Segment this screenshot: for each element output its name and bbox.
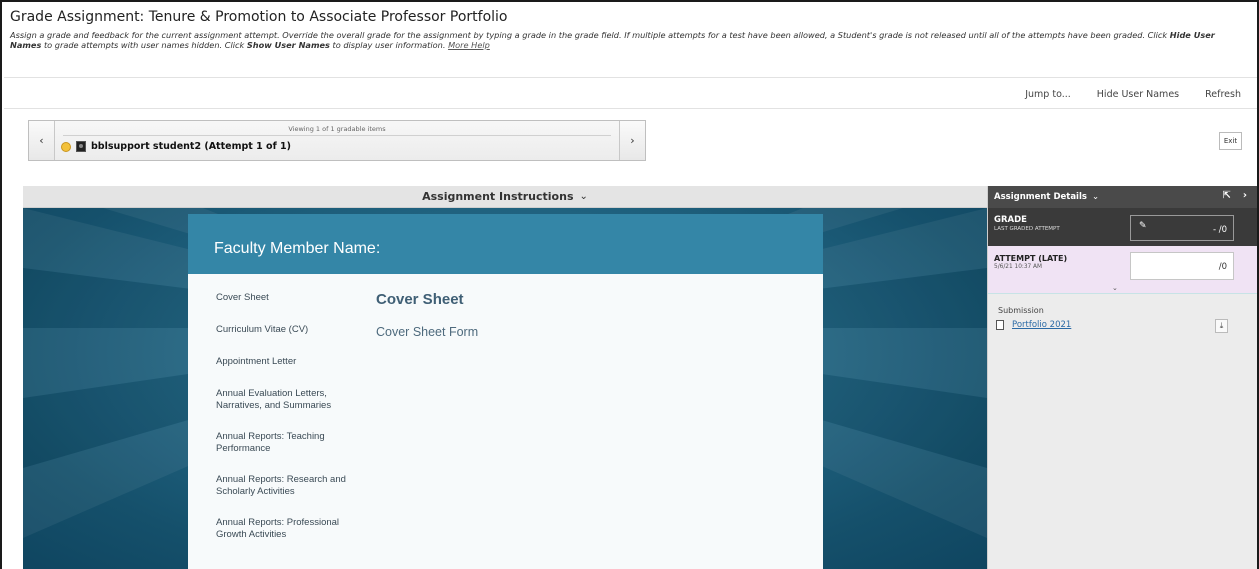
attempt-navigator: ‹ Viewing 1 of 1 gradable items bblsuppo… [28, 120, 646, 161]
page-header: Grade Assignment: Tenure & Promotion to … [10, 8, 1250, 50]
divider [4, 108, 1257, 109]
overall-grade-value: - /0 [1212, 225, 1227, 235]
grade-label: GRADE [994, 215, 1027, 225]
overall-grade-field[interactable]: ✎ - /0 [1130, 215, 1234, 241]
download-icon: ⤓ [1219, 321, 1224, 330]
toc-item[interactable]: Curriculum Vitae (CV) [216, 324, 346, 336]
page-description: Assign a grade and feedback for the curr… [10, 30, 1215, 50]
pencil-icon[interactable]: ✎ [1139, 221, 1147, 231]
viewing-count: Viewing 1 of 1 gradable items [288, 125, 386, 133]
divider [4, 77, 1257, 78]
assignment-instructions-toggle[interactable]: Assignment Instructions ⌄ [23, 186, 987, 208]
attempt-date: 5/6/21 10:37 AM [994, 264, 1043, 270]
chevron-right-icon: › [630, 134, 635, 147]
previous-attempt-button[interactable]: ‹ [29, 121, 55, 160]
next-attempt-button[interactable]: › [619, 121, 645, 160]
refresh-link[interactable]: Refresh [1205, 89, 1241, 100]
grade-assignment-page: Grade Assignment: Tenure & Promotion to … [0, 0, 1259, 569]
instructions-label: Assignment Instructions [422, 190, 574, 203]
page-title: Grade Assignment: Tenure & Promotion to … [10, 9, 508, 25]
assignment-details-panel: Assignment Details ⌄ ⇱ › GRADE LAST GRAD… [987, 186, 1257, 569]
more-help-link[interactable]: More Help [448, 40, 490, 50]
submission-label: Submission [998, 306, 1044, 315]
hide-user-names-link[interactable]: Hide User Names [1097, 89, 1179, 100]
divider [63, 135, 611, 136]
toc-item[interactable]: Cover Sheet [216, 292, 346, 304]
overall-grade-row: GRADE LAST GRADED ATTEMPT ✎ - /0 [988, 208, 1257, 246]
submission-file-link[interactable]: Portfolio 2021 [1012, 320, 1071, 330]
panel-controls: ⇱ › [1222, 190, 1247, 201]
student-name: bblsupport student2 (Attempt 1 of 1) [91, 141, 291, 152]
portfolio-heading: Faculty Member Name: [188, 214, 823, 274]
grade-sublabel: LAST GRADED ATTEMPT [994, 226, 1060, 232]
toc-item[interactable]: Annual Evaluation Letters, Narratives, a… [216, 388, 346, 412]
chevron-down-icon: ⌄ [579, 191, 588, 202]
needs-grading-icon [61, 141, 71, 152]
submission-file[interactable]: Portfolio 2021 [996, 320, 1071, 330]
content-title: Cover Sheet [376, 291, 464, 308]
student-attempt: bblsupport student2 (Attempt 1 of 1) [61, 141, 291, 152]
expand-icon[interactable]: ⇱ [1222, 190, 1230, 201]
attempt-grade-input[interactable]: /0 [1130, 252, 1234, 280]
portfolio-toc: Cover Sheet Curriculum Vitae (CV) Appoin… [216, 292, 346, 560]
toc-item[interactable]: Annual Reports: Research and Scholarly A… [216, 474, 346, 498]
action-links: Jump to... Hide User Names Refresh [1025, 89, 1241, 100]
chevron-left-icon: ‹ [39, 134, 44, 147]
chevron-down-icon: ⌄ [1091, 192, 1100, 202]
avatar [76, 141, 86, 152]
attempt-grade-row: ATTEMPT (LATE) 5/6/21 10:37 AM /0 ⌄ [988, 246, 1257, 294]
assignment-details-header[interactable]: Assignment Details ⌄ ⇱ › [988, 186, 1257, 208]
assignment-details-label: Assignment Details [994, 192, 1087, 202]
document-icon [996, 320, 1004, 330]
attempt-selector[interactable]: Viewing 1 of 1 gradable items bblsupport… [55, 121, 619, 160]
attempt-label: ATTEMPT (LATE) [994, 254, 1068, 263]
toc-item[interactable]: Annual Reports: Teaching Performance [216, 431, 346, 455]
attempt-grade-value: /0 [1218, 262, 1227, 272]
toc-item[interactable]: Appointment Letter [216, 356, 346, 368]
toc-item[interactable]: Annual Reports: Professional Growth Acti… [216, 517, 346, 541]
jump-to-link[interactable]: Jump to... [1025, 89, 1071, 100]
portfolio-page: Faculty Member Name: Cover Sheet Curricu… [188, 214, 823, 569]
exit-button[interactable]: Exit [1219, 132, 1242, 150]
content-subtitle: Cover Sheet Form [376, 325, 479, 339]
download-button[interactable]: ⤓ [1215, 319, 1228, 333]
chevron-right-icon[interactable]: › [1243, 190, 1247, 201]
chevron-down-icon[interactable]: ⌄ [1112, 284, 1118, 292]
